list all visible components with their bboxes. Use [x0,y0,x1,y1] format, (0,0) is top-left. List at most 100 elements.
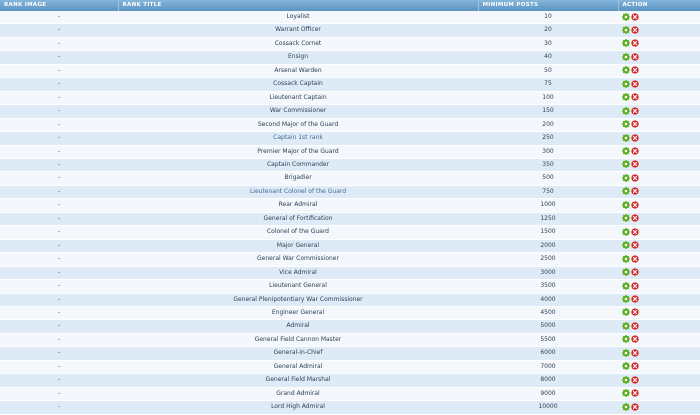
delete-icon[interactable] [631,201,639,209]
gear-icon[interactable] [622,79,630,88]
delete-icon[interactable] [631,349,639,357]
delete-icon[interactable] [631,362,639,370]
gear-icon[interactable] [622,120,630,129]
gear-icon[interactable] [622,295,630,304]
delete-icon[interactable] [631,322,639,330]
gear-icon[interactable] [622,308,630,317]
delete-icon[interactable] [631,376,639,384]
delete-icon[interactable] [631,174,639,182]
rank-image-cell: - [0,333,118,348]
gear-icon[interactable] [622,375,630,384]
delete-icon[interactable] [631,281,639,290]
table-row: - Lieutenant General 3500 [0,279,700,294]
rank-title-cell: Major General [118,239,478,254]
rank-image-cell: - [0,118,118,133]
gear-icon[interactable] [622,268,630,277]
gear-icon[interactable] [622,160,630,169]
ranks-panel: RANK IMAGE RANK TITLE MINIMUM POSTS ACTI… [0,0,700,415]
gear-icon[interactable] [622,389,630,398]
delete-icon[interactable] [631,106,639,115]
delete-icon[interactable] [631,80,639,88]
action-cell [618,279,700,294]
action-cell [618,252,700,267]
gear-icon[interactable] [622,147,630,156]
gear-icon[interactable] [622,281,630,290]
column-header-minimum-posts: MINIMUM POSTS [478,0,619,11]
gear-icon[interactable] [622,66,630,75]
action-cell [618,158,700,173]
gear-icon[interactable] [622,321,630,330]
delete-icon[interactable] [631,12,639,21]
table-row: - Grand Admiral 9000 [0,387,700,402]
action-cell [618,266,700,281]
rank-image-cell: - [0,293,118,307]
gear-icon[interactable] [622,39,630,48]
delete-icon[interactable] [631,389,639,397]
delete-icon[interactable] [631,308,639,317]
delete-icon[interactable] [631,160,639,169]
delete-icon[interactable] [631,53,639,61]
gear-icon[interactable] [622,335,630,344]
delete-icon[interactable] [631,228,639,236]
table-row: - General Plenipotentiary War Commissione… [0,293,700,307]
rank-image-cell: - [0,387,118,402]
minimum-posts-cell: 100 [478,91,618,106]
action-cell [618,171,700,186]
rank-image-cell: - [0,104,118,119]
delete-icon[interactable] [631,133,639,142]
delete-icon[interactable] [631,66,639,74]
gear-icon[interactable] [622,254,630,263]
gear-icon[interactable] [622,93,630,102]
delete-icon[interactable] [631,93,639,101]
minimum-posts-cell: 9000 [478,387,618,402]
column-header-rank-image: RANK IMAGE [0,0,119,11]
rank-title-cell: General Field Cannon Master [118,333,478,348]
gear-icon[interactable] [622,348,630,357]
delete-icon[interactable] [631,214,639,222]
action-cell [618,306,700,321]
gear-icon[interactable] [622,173,630,182]
delete-icon[interactable] [631,268,639,276]
table-row: - Brigadier 500 [0,171,700,186]
gear-icon[interactable] [622,12,630,21]
delete-icon[interactable] [631,147,639,155]
delete-icon[interactable] [631,26,639,34]
table-row: - General Field Cannon Master 5500 [0,333,700,348]
minimum-posts-cell: 500 [478,171,618,186]
table-row: - Premier Major of the Guard 300 [0,145,700,160]
delete-icon[interactable] [631,295,639,303]
gear-icon[interactable] [622,241,630,250]
rank-image-cell: - [0,306,118,321]
delete-icon[interactable] [631,39,639,48]
delete-icon[interactable] [631,335,639,344]
gear-icon[interactable] [622,200,630,209]
action-cell [618,319,700,334]
gear-icon[interactable] [622,133,630,142]
rank-image-cell: - [0,11,118,25]
table-row: - General Field Marshal 8000 [0,373,700,388]
table-row: - Engineer General 4500 [0,306,700,321]
gear-icon[interactable] [622,52,630,61]
minimum-posts-cell: 200 [478,118,618,133]
delete-icon[interactable] [631,120,639,128]
gear-icon[interactable] [622,25,630,34]
gear-icon[interactable] [622,362,630,371]
gear-icon[interactable] [622,227,630,236]
gear-icon[interactable] [622,187,630,196]
rank-image-cell: - [0,50,118,65]
delete-icon[interactable] [631,254,639,263]
delete-icon[interactable] [631,402,639,411]
table-row: - Captain Commander 350 [0,158,700,173]
rank-title-cell: Lieutenant Colonel of the Guard [118,185,478,200]
rank-image-cell: - [0,198,118,213]
gear-icon[interactable] [622,214,630,223]
minimum-posts-cell: 2000 [478,239,618,254]
delete-icon[interactable] [631,187,639,196]
delete-icon[interactable] [631,241,639,249]
gear-icon[interactable] [622,402,630,411]
minimum-posts-cell: 10 [478,11,618,25]
rank-image-cell: - [0,212,118,227]
rank-image-cell: - [0,225,118,240]
rank-title-cell: General-in-Chief [118,346,478,361]
gear-icon[interactable] [622,106,630,115]
